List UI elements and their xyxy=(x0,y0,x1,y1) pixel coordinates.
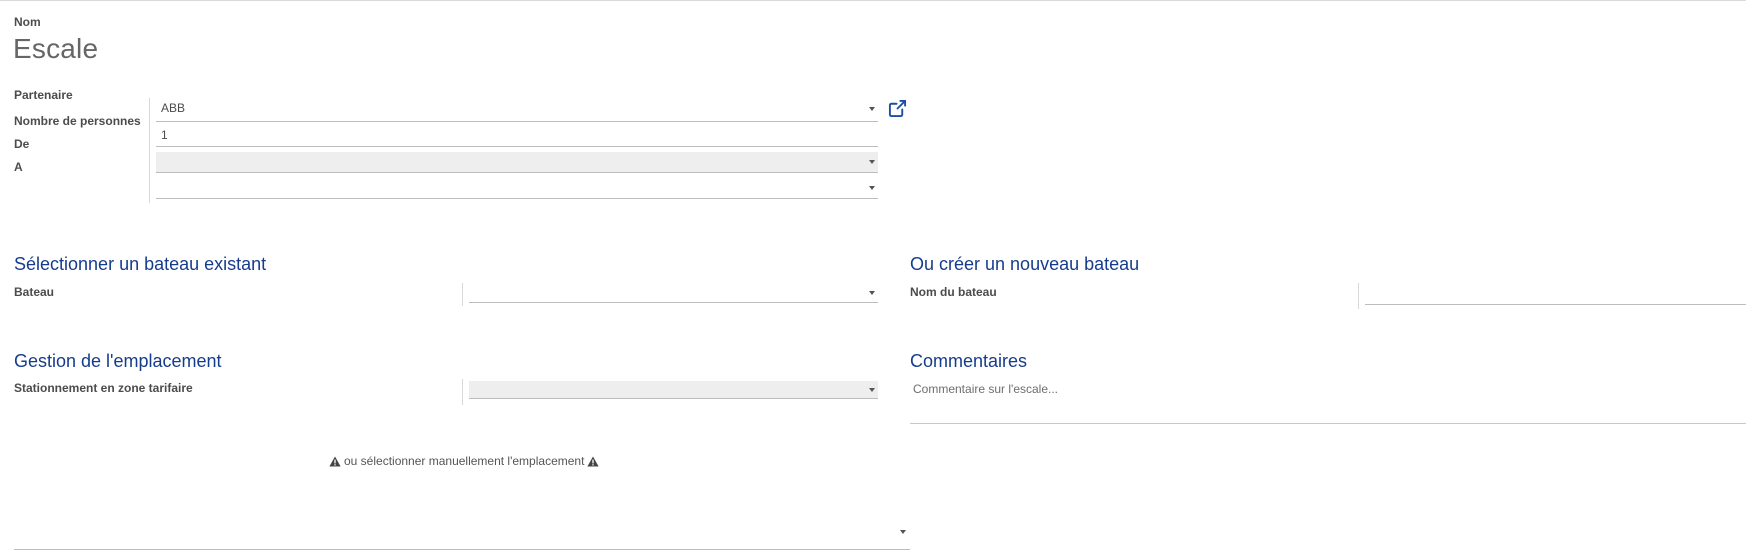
from-select[interactable] xyxy=(156,152,878,173)
parking-divider xyxy=(462,379,463,405)
comment-placeholder: Commentaire sur l'escale... xyxy=(913,382,1059,396)
boat-name-input[interactable] xyxy=(1365,283,1746,305)
caret-down-icon xyxy=(869,160,875,164)
boat-name-label: Nom du bateau xyxy=(910,285,997,299)
partner-select[interactable]: ABB xyxy=(156,97,878,122)
caret-down-icon xyxy=(869,387,875,392)
group-divider xyxy=(149,98,150,203)
caret-down-icon xyxy=(869,107,875,111)
boat-select-title: Sélectionner un bateau existant xyxy=(14,254,267,274)
manual-location-note: ou sélectionner manuellement l'emplaceme… xyxy=(329,454,600,468)
caret-down-icon xyxy=(869,185,875,190)
form-view: Nom Escale Partenaire Nombre de personne… xyxy=(0,0,1746,558)
to-label: A xyxy=(14,160,23,174)
parking-zone-select[interactable] xyxy=(469,381,878,399)
location-title: Gestion de l'emplacement xyxy=(14,351,222,371)
manual-location-select[interactable] xyxy=(14,515,910,550)
name-field[interactable]: Escale xyxy=(13,33,98,65)
manual-location-text: ou sélectionner manuellement l'emplaceme… xyxy=(344,454,585,468)
boat-create-title: Ou créer un nouveau bateau xyxy=(910,254,1140,274)
boat-divider xyxy=(462,283,463,306)
boat-label: Bateau xyxy=(14,285,55,299)
warning-icon xyxy=(587,456,600,466)
persons-input[interactable]: 1 xyxy=(156,124,878,147)
from-label: De xyxy=(14,137,30,151)
boat-name-divider xyxy=(1358,283,1359,309)
comment-textarea[interactable]: Commentaire sur l'escale... xyxy=(910,378,1746,424)
comments-title: Commentaires xyxy=(910,351,1028,371)
to-select[interactable] xyxy=(156,177,878,199)
boat-select[interactable] xyxy=(469,283,878,303)
parking-zone-label: Stationnement en zone tarifaire xyxy=(14,381,193,395)
persons-label: Nombre de personnes xyxy=(14,114,141,128)
external-link-icon[interactable] xyxy=(888,99,907,118)
persons-value: 1 xyxy=(161,128,168,142)
partner-value: ABB xyxy=(161,101,186,115)
warning-icon xyxy=(329,456,341,466)
caret-down-icon xyxy=(900,530,906,534)
partner-label: Partenaire xyxy=(14,88,73,102)
name-label: Nom xyxy=(14,15,41,29)
caret-down-icon xyxy=(869,290,875,295)
